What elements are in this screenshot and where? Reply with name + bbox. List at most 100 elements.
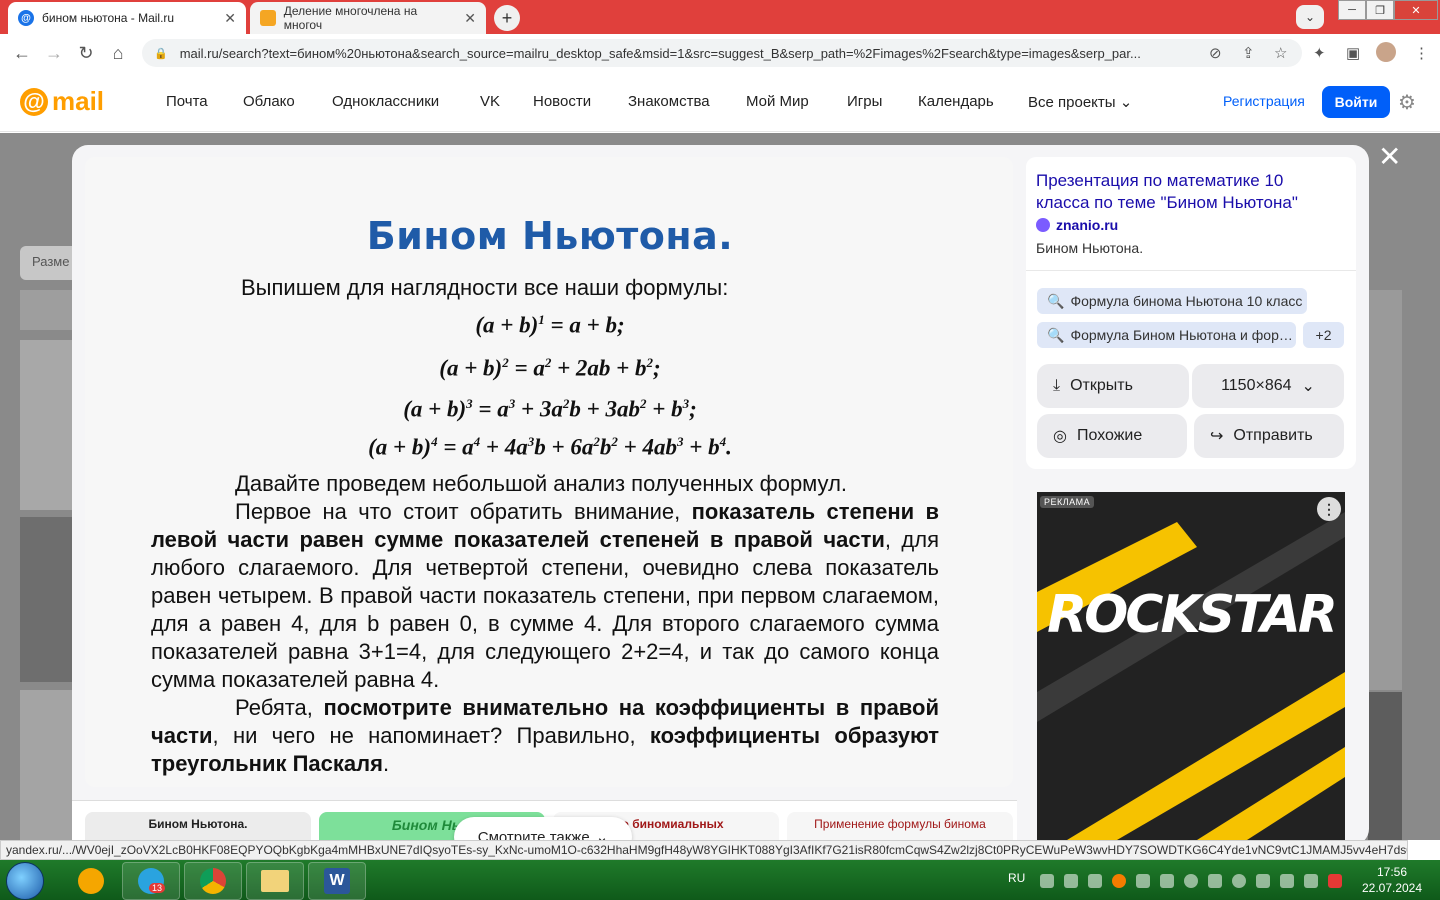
close-tab-icon[interactable]: ✕	[224, 10, 236, 27]
nav-calendar[interactable]: Календарь	[918, 93, 994, 110]
back-icon[interactable]: ←	[11, 42, 33, 64]
formula-3: (a + b)3 = a3 + 3a2b + 3ab2 + b3;	[403, 396, 697, 422]
profile-avatar[interactable]	[1376, 42, 1396, 62]
tray-icon[interactable]	[1040, 874, 1054, 888]
word-icon[interactable]: W	[308, 862, 366, 900]
similar-label: Похожие	[1076, 427, 1143, 444]
volume-icon[interactable]	[1088, 874, 1102, 888]
telegram-icon[interactable]	[122, 862, 180, 900]
chrome-icon[interactable]	[184, 862, 242, 900]
slide-paragraph-2: Первое на что стоит обратить внимание, п…	[151, 498, 939, 694]
at-logo-icon: @	[20, 87, 48, 116]
open-label: Открыть	[1070, 377, 1133, 394]
lock-icon: 🔒	[154, 47, 168, 60]
divider	[1026, 270, 1356, 271]
size-select[interactable]: 1150×864 ⌄	[1192, 364, 1344, 408]
register-link[interactable]: Регистрация	[1223, 93, 1305, 109]
image-description: Бином Ньютона.	[1036, 240, 1144, 256]
bookmark-star-icon[interactable]: ☆	[1274, 44, 1287, 62]
clock-time: 17:56	[1376, 865, 1408, 879]
formula-4: (a + b)4 = a4 + 4a3b + 6a2b2 + 4ab3 + b4…	[368, 434, 732, 460]
slide-paragraph-3: Ребята, посмотрите внимательно на коэффи…	[151, 694, 939, 778]
nav-myworld[interactable]: Мой Мир	[746, 93, 809, 110]
tab-mail[interactable]: @ бином ньютона - Mail.ru ✕	[8, 2, 246, 34]
size-filter: Разме	[20, 246, 80, 280]
share-icon[interactable]: ⇪	[1242, 44, 1255, 62]
share-arrow-icon: ↪	[1210, 428, 1224, 445]
nav-all-projects-label: Все проекты	[1028, 94, 1116, 111]
forward-icon[interactable]: →	[43, 42, 65, 64]
network-icon[interactable]	[1280, 874, 1294, 888]
address-bar[interactable]: 🔒 mail.ru/search?text=бином%20ньютона&se…	[142, 39, 1302, 67]
size-filter-label: Разме	[32, 254, 70, 269]
tray-icon[interactable]	[1136, 874, 1150, 888]
bg-thumbnail	[20, 290, 72, 330]
nav-mail[interactable]: Почта	[166, 93, 208, 110]
share-button[interactable]: ↪ Отправить	[1194, 414, 1344, 458]
open-button[interactable]: ⤓ Открыть	[1037, 364, 1189, 408]
nav-dating[interactable]: Знакомства	[628, 93, 710, 110]
page-favicon-icon	[260, 10, 276, 26]
home-icon[interactable]: ⌂	[107, 42, 129, 64]
close-window-button[interactable]: ✕	[1394, 0, 1438, 20]
close-tab-icon[interactable]: ✕	[464, 10, 476, 27]
tray-icon[interactable]	[1064, 874, 1078, 888]
avast-icon[interactable]	[62, 862, 120, 900]
tray-icon[interactable]	[1208, 874, 1222, 888]
nav-vk[interactable]: VK	[480, 93, 500, 110]
telegram-badge: 13	[149, 883, 166, 893]
maximize-button[interactable]: ❐	[1366, 0, 1394, 20]
explorer-icon[interactable]	[246, 862, 304, 900]
system-clock[interactable]: 17:56 22.07.2024	[1352, 864, 1432, 896]
tray-icon[interactable]	[1160, 874, 1174, 888]
advertisement[interactable]	[1037, 492, 1345, 840]
tab-polynomial[interactable]: Деление многочлена на многоч ✕	[250, 2, 486, 34]
login-button[interactable]: Войти	[1322, 86, 1390, 118]
similar-button[interactable]: ◎ Похожие	[1037, 414, 1187, 458]
gear-icon[interactable]: ⚙	[1398, 90, 1416, 115]
tab-title: Деление многочлена на многоч	[283, 4, 418, 32]
nav-games[interactable]: Игры	[847, 93, 882, 110]
more-chips-button[interactable]: +2	[1303, 322, 1344, 348]
mail-favicon-icon: @	[18, 10, 34, 26]
tray-chrome-icon[interactable]	[1232, 874, 1246, 888]
search-icon: 🔍	[1047, 292, 1065, 309]
tray-icon[interactable]	[1304, 874, 1318, 888]
bg-thumbnail	[20, 517, 72, 682]
new-tab-button[interactable]: +	[494, 5, 520, 31]
related-query-chip[interactable]: 🔍 Формула бинома Ньютона 10 класс	[1037, 288, 1307, 314]
sidebar-icon[interactable]: ▣	[1346, 44, 1360, 62]
tray-icon[interactable]	[1112, 874, 1126, 888]
tray-icon[interactable]	[1256, 874, 1270, 888]
nav-all-projects[interactable]: Все проекты ⌄	[1028, 93, 1132, 111]
nav-ok[interactable]: Одноклассники	[332, 93, 439, 110]
p2-text-a: Первое на что стоит обратить внимание,	[235, 499, 692, 524]
nav-news[interactable]: Новости	[533, 93, 591, 110]
menu-kebab-icon[interactable]: ⋮	[1414, 44, 1429, 62]
ad-menu-icon[interactable]: ⋮	[1317, 497, 1341, 521]
tray-icon[interactable]	[1328, 874, 1342, 888]
minimize-button[interactable]: ─	[1338, 0, 1366, 20]
tray-icon[interactable]	[1184, 874, 1198, 888]
image-source-link[interactable]: znanio.ru	[1036, 217, 1118, 233]
close-icon[interactable]: ✕	[1378, 140, 1401, 173]
size-label: 1150×864	[1221, 377, 1292, 394]
image-title-link[interactable]: Презентация по математике 10 класса по т…	[1036, 170, 1336, 214]
nav-cloud[interactable]: Облако	[243, 93, 295, 110]
clock-date: 22.07.2024	[1361, 881, 1423, 895]
search-icon: 🔍	[1047, 326, 1065, 343]
chevron-down-icon: ⌄	[1301, 378, 1315, 395]
language-indicator[interactable]: RU	[1008, 871, 1025, 885]
mail-logo[interactable]: @ mail	[20, 86, 104, 117]
p3-text-a: Ребята,	[235, 695, 324, 720]
extensions-icon[interactable]: ✦	[1313, 44, 1326, 62]
start-button[interactable]	[6, 862, 44, 900]
hide-eye-icon[interactable]: ⊘	[1209, 44, 1222, 62]
download-icon: ⤓	[1053, 377, 1061, 394]
tab-search-button[interactable]: ⌄	[1296, 5, 1324, 29]
reload-icon[interactable]: ↻	[75, 42, 97, 64]
chip-label: Формула Бином Ньютона и фор…	[1070, 327, 1293, 343]
url-text: mail.ru/search?text=бином%20ньютона&sear…	[179, 45, 1141, 61]
related-query-chip[interactable]: 🔍 Формула Бином Ньютона и фор…	[1037, 322, 1296, 348]
share-label: Отправить	[1233, 427, 1313, 444]
